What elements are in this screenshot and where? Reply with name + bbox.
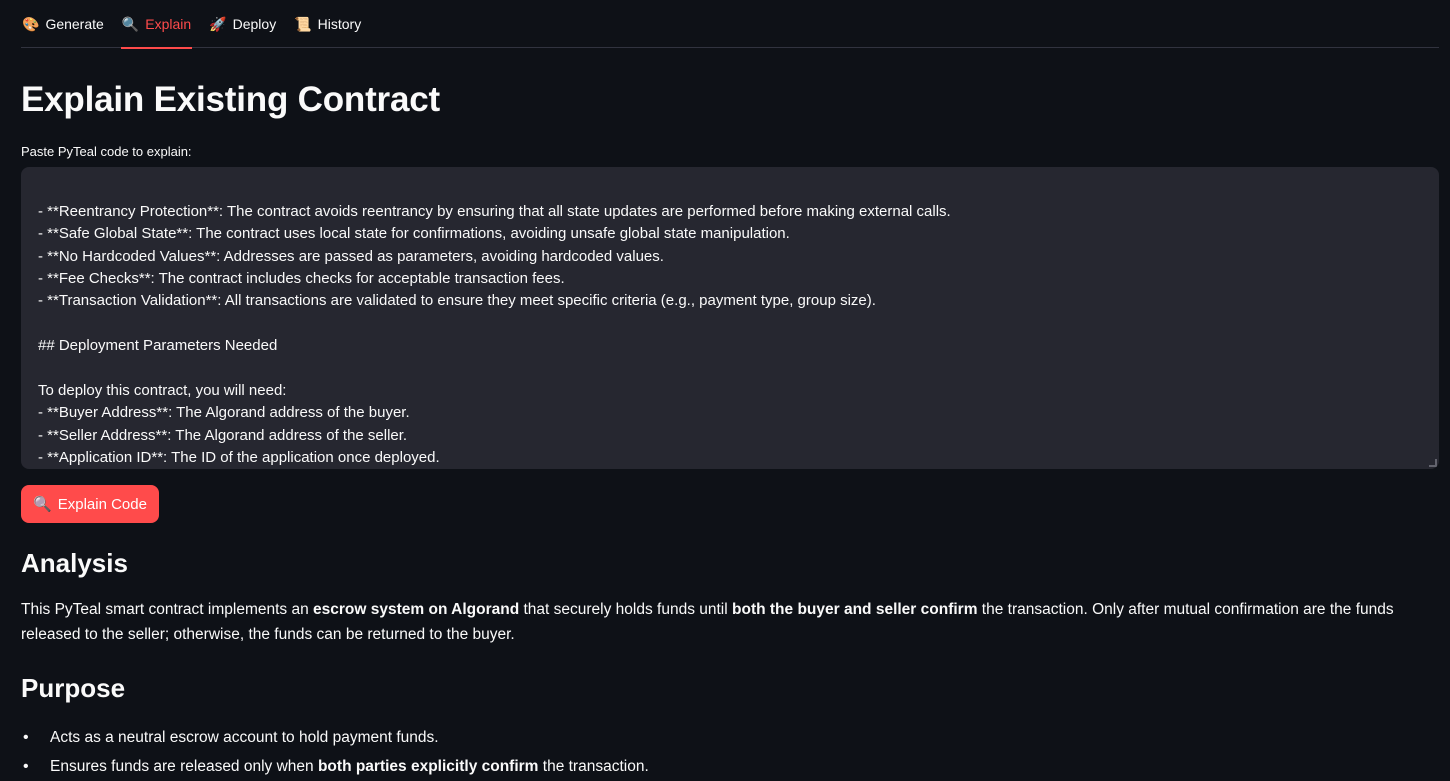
list-item: Ensures funds are released only when bot…	[21, 754, 649, 781]
tab-deploy[interactable]: 🚀 Deploy	[208, 0, 277, 48]
list-item: Acts as a neutral escrow account to hold…	[21, 725, 649, 754]
tab-bar: 🎨 Generate 🔍 Explain 🚀 Deploy 📜 History	[21, 0, 1439, 49]
magnifier-icon: 🔍	[33, 496, 52, 513]
tab-label: Generate	[45, 16, 104, 32]
tab-history[interactable]: 📜 History	[293, 0, 362, 48]
scroll-icon: 📜	[294, 15, 312, 32]
magnifier-icon: 🔍	[121, 15, 140, 32]
purpose-heading: Purpose	[21, 673, 126, 703]
rocket-icon: 🚀	[209, 15, 227, 32]
analysis-text: This PyTeal smart contract implements an…	[21, 601, 1394, 643]
purpose-list: Acts as a neutral escrow account to hold…	[21, 725, 649, 781]
tab-label: Explain	[145, 16, 192, 32]
palette-icon: 🎨	[22, 15, 40, 32]
tab-label: History	[317, 16, 362, 32]
page-title: Explain Existing Contract	[21, 80, 440, 119]
analysis-heading: Analysis	[21, 548, 128, 578]
code-input[interactable]: - **Reentrancy Protection**: The contrac…	[21, 167, 1439, 469]
tab-label: Deploy	[232, 16, 277, 32]
resize-handle[interactable]	[1429, 459, 1437, 467]
code-input-label: Paste PyTeal code to explain:	[21, 144, 192, 159]
code-input-value: - **Reentrancy Protection**: The contrac…	[38, 202, 951, 467]
tab-explain[interactable]: 🔍 Explain	[120, 0, 193, 49]
explain-button-label: Explain Code	[57, 495, 147, 513]
tab-generate[interactable]: 🎨 Generate	[21, 0, 105, 48]
explain-code-button[interactable]: 🔍 Explain Code	[21, 485, 159, 523]
